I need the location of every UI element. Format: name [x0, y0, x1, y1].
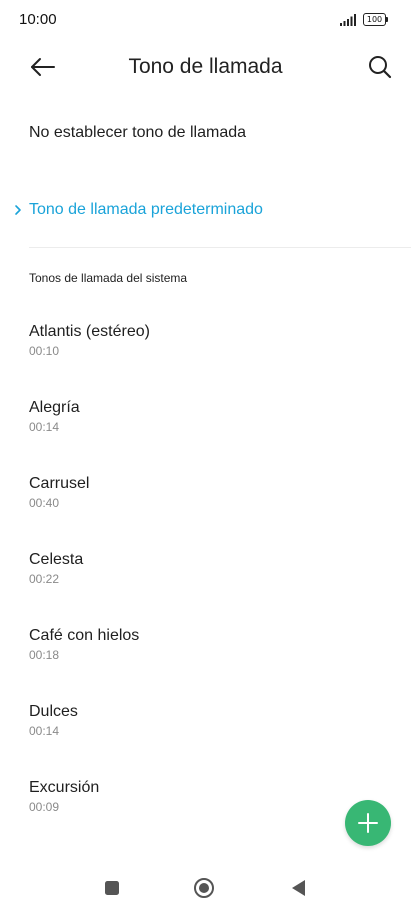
home-button[interactable]: [192, 876, 216, 900]
status-time: 10:00: [19, 11, 57, 28]
plus-icon: [358, 813, 378, 833]
recent-apps-button[interactable]: [100, 876, 124, 900]
ringtone-duration: 00:14: [29, 420, 60, 434]
ringtone-duration: 00:14: [29, 724, 60, 738]
ringtone-duration: 00:18: [29, 648, 60, 662]
ringtone-item[interactable]: Alegría 00:14: [29, 398, 389, 448]
ringtone-name: Atlantis (estéreo): [29, 323, 150, 340]
battery-icon: 100: [363, 13, 389, 27]
ringtone-name: Carrusel: [29, 475, 90, 492]
ringtone-duration: 00:40: [29, 496, 60, 510]
ringtone-item[interactable]: Excursión 00:09: [29, 778, 389, 828]
ringtone-name: Café con hielos: [29, 627, 140, 644]
status-bar: 10:00 100: [0, 0, 411, 40]
divider: [29, 247, 411, 248]
default-ringtone-label: Tono de llamada predeterminado: [29, 201, 263, 218]
ringtone-name: Celesta: [29, 551, 84, 568]
square-icon: [105, 881, 119, 895]
home-circle-icon: [194, 878, 214, 898]
ringtone-item[interactable]: Dulces 00:14: [29, 702, 389, 752]
ringtone-name: Excursión: [29, 779, 100, 796]
ringtone-duration: 00:22: [29, 572, 60, 586]
no-ringtone-option[interactable]: No establecer tono de llamada: [29, 124, 246, 142]
battery-level: 100: [363, 13, 386, 26]
system-nav-bar: [0, 860, 411, 914]
search-button[interactable]: [364, 51, 396, 83]
default-ringtone-option[interactable]: Tono de llamada predeterminado: [13, 201, 263, 219]
nav-back-button[interactable]: [287, 876, 311, 900]
add-ringtone-button[interactable]: [345, 800, 391, 846]
search-icon: [369, 56, 392, 79]
ringtone-item[interactable]: Carrusel 00:40: [29, 474, 389, 524]
ringtone-name: Alegría: [29, 399, 80, 416]
chevron-right-icon: [15, 205, 21, 215]
ringtone-item[interactable]: Café con hielos 00:18: [29, 626, 389, 676]
ringtone-item[interactable]: Celesta 00:22: [29, 550, 389, 600]
triangle-back-icon: [292, 880, 305, 896]
signal-icon: [340, 14, 356, 26]
ringtone-duration: 00:10: [29, 344, 60, 358]
ringtone-duration: 00:09: [29, 800, 60, 814]
page-title: Tono de llamada: [128, 55, 283, 78]
ringtone-item[interactable]: Atlantis (estéreo) 00:10: [29, 322, 389, 372]
app-bar: Tono de llamada: [0, 44, 411, 90]
section-header: Tonos de llamada del sistema: [29, 271, 188, 285]
ringtone-name: Dulces: [29, 703, 78, 720]
